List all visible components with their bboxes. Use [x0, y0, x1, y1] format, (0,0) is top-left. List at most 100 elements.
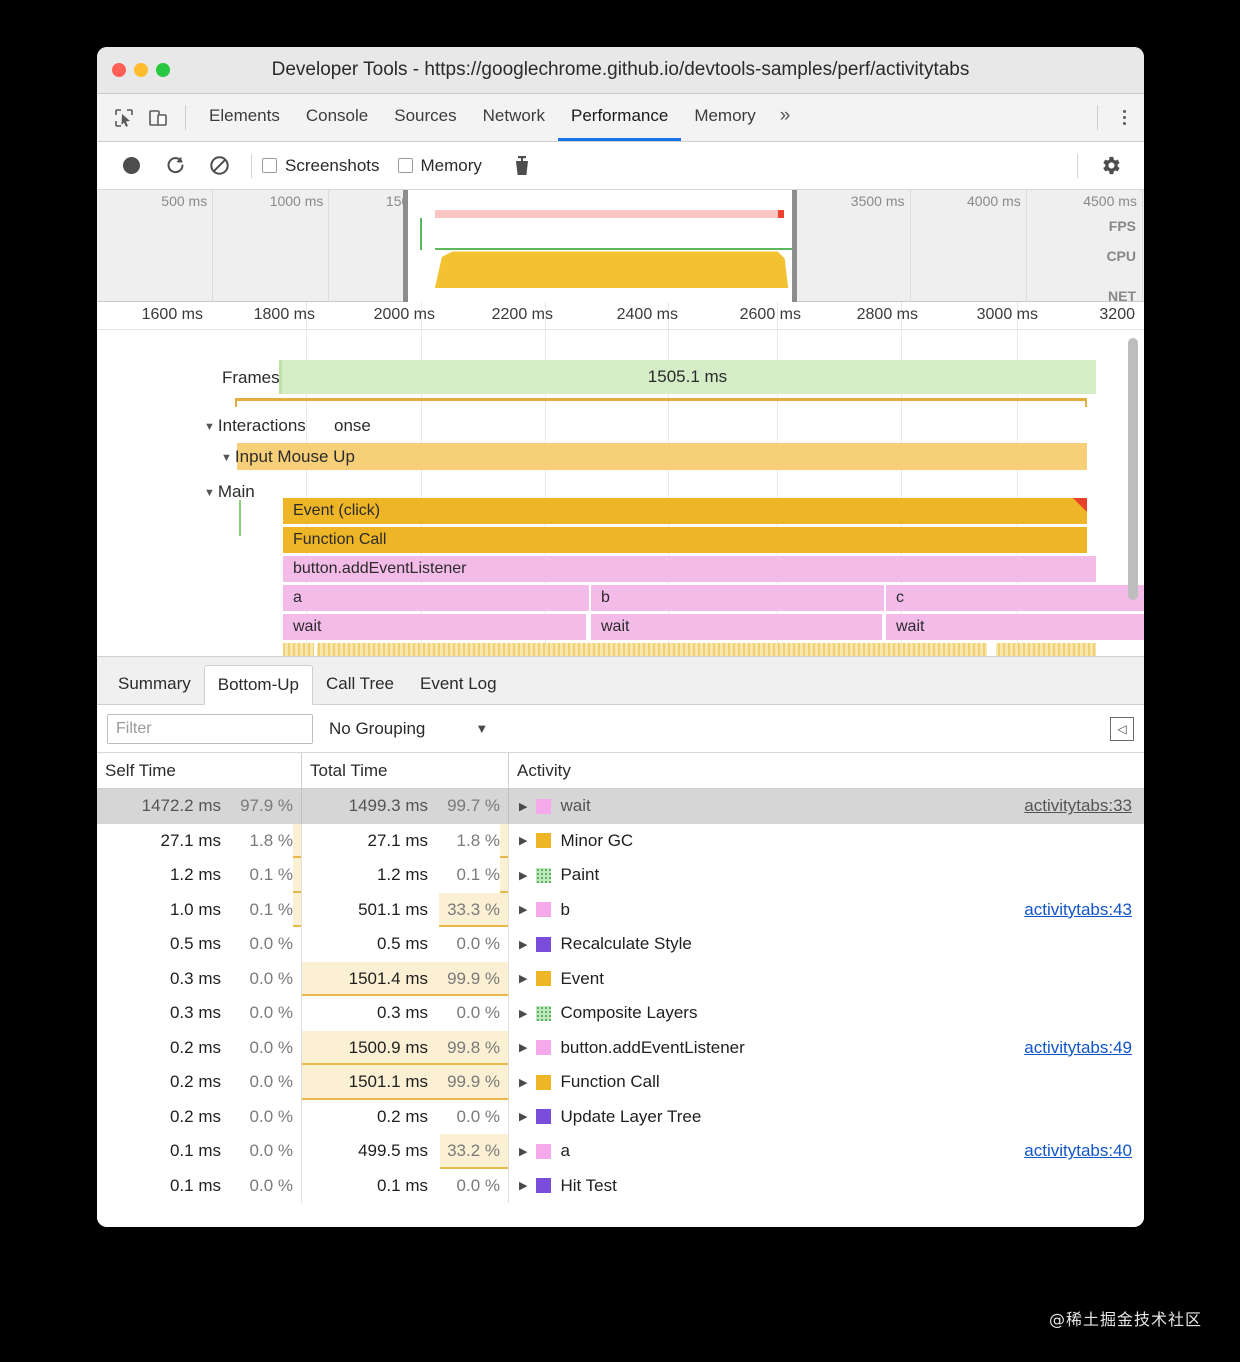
- tab-performance[interactable]: Performance: [557, 94, 682, 141]
- table-row[interactable]: 1.2 ms 0.1 % 1.2 ms 0.1 % ▶ Paint: [97, 858, 1144, 893]
- table-row[interactable]: 0.5 ms 0.0 % 0.5 ms 0.0 % ▶ Recalculate Style: [97, 927, 1144, 962]
- expand-chevron-right-icon[interactable]: ▶: [519, 834, 527, 847]
- devtools-tabbar: Elements Console Sources Network Perform…: [97, 94, 1144, 142]
- cell-total-time: 1499.3 ms 99.7 %: [302, 789, 509, 824]
- tab-memory[interactable]: Memory: [681, 94, 768, 141]
- maximize-button-icon[interactable]: [156, 63, 170, 77]
- expand-chevron-right-icon[interactable]: ▶: [519, 800, 527, 813]
- column-header-total-time[interactable]: Total Time: [302, 753, 509, 788]
- table-row[interactable]: 0.1 ms 0.0 % 499.5 ms 33.2 % ▶ a activitytabs:…: [97, 1134, 1144, 1169]
- more-tabs-icon[interactable]: »: [769, 94, 802, 141]
- flame-chart-scrollbar[interactable]: [1128, 338, 1138, 600]
- tab-event-log[interactable]: Event Log: [407, 664, 510, 704]
- source-link[interactable]: activitytabs:43: [1024, 900, 1132, 920]
- tab-sources[interactable]: Sources: [381, 94, 469, 141]
- reload-and-record-button[interactable]: [153, 149, 197, 183]
- table-row[interactable]: 27.1 ms 1.8 % 27.1 ms 1.8 % ▶ Minor GC: [97, 823, 1144, 858]
- filter-input[interactable]: [107, 713, 313, 744]
- record-button[interactable]: [109, 149, 153, 183]
- flame-bar-function-call[interactable]: Function Call: [283, 527, 1087, 553]
- timeline-overview[interactable]: 500 ms 1000 ms 1500 ms 2000 ms 2500 ms 3…: [97, 190, 1144, 304]
- overview-selection-window[interactable]: [403, 190, 797, 302]
- device-toolbar-icon[interactable]: [141, 94, 175, 141]
- expand-chevron-right-icon[interactable]: ▶: [519, 903, 527, 916]
- flame-bar-wait-1[interactable]: wait: [283, 614, 586, 640]
- collapse-left-icon: ◁: [1117, 721, 1127, 736]
- window-controls[interactable]: [97, 63, 170, 77]
- flame-bar-a[interactable]: a: [283, 585, 589, 611]
- flame-tick: 2800 ms: [856, 306, 918, 323]
- flame-bar-minor-gc-group[interactable]: [283, 643, 1096, 656]
- input-mouse-up-band[interactable]: [237, 443, 1087, 470]
- self-time-value: 27.1 ms: [160, 830, 221, 850]
- more-options-icon[interactable]: [1104, 94, 1144, 141]
- expand-chevron-right-icon[interactable]: ▶: [519, 1076, 527, 1089]
- source-link[interactable]: activitytabs:33: [1024, 796, 1132, 816]
- chevron-down-icon: ▼: [221, 452, 232, 464]
- memory-checkbox[interactable]: Memory: [397, 155, 482, 176]
- clear-button[interactable]: [197, 149, 241, 183]
- tab-call-tree[interactable]: Call Tree: [313, 664, 407, 704]
- self-time-percent: 0.0 %: [249, 1037, 293, 1057]
- memory-label: Memory: [420, 155, 482, 175]
- tab-bottom-up[interactable]: Bottom-Up: [203, 665, 313, 705]
- flame-body: 1505.1 ms Frames ▼ Interactions onse ▼ Inp…: [97, 330, 1144, 656]
- table-row[interactable]: 0.3 ms 0.0 % 0.3 ms 0.0 % ▶ Composite Layers: [97, 996, 1144, 1031]
- frames-band[interactable]: 1505.1 ms: [279, 360, 1096, 394]
- column-header-self-time[interactable]: Self Time: [97, 753, 302, 788]
- tab-console[interactable]: Console: [293, 94, 381, 141]
- expand-chevron-right-icon[interactable]: ▶: [519, 1110, 527, 1123]
- self-time-percent: 0.0 %: [249, 1175, 293, 1195]
- window-title: Developer Tools - https://googlechrome.g…: [271, 59, 970, 80]
- grouping-dropdown[interactable]: No Grouping ▼: [329, 719, 488, 739]
- table-row[interactable]: 0.2 ms 0.0 % 1500.9 ms 99.8 % ▶ button.addEve…: [97, 1030, 1144, 1065]
- total-time-percent: 0.0 %: [456, 1003, 500, 1023]
- flame-bar-add-event-listener[interactable]: button.addEventListener: [283, 556, 1096, 582]
- flame-bar-wait-3[interactable]: wait: [886, 614, 1144, 640]
- minimize-button-icon[interactable]: [134, 63, 148, 77]
- expand-chevron-right-icon[interactable]: ▶: [519, 1007, 527, 1020]
- cpu-activity-area: [434, 251, 789, 288]
- expand-chevron-right-icon[interactable]: ▶: [519, 1179, 527, 1192]
- flame-ruler: 1600 ms 1800 ms 2000 ms 2200 ms 2400 ms …: [97, 302, 1144, 330]
- source-link[interactable]: activitytabs:49: [1024, 1038, 1132, 1058]
- flame-bar-event-click[interactable]: Event (click): [283, 498, 1087, 524]
- cell-activity: ▶ Update Layer Tree: [509, 1100, 1144, 1135]
- table-row[interactable]: 0.2 ms 0.0 % 0.2 ms 0.0 % ▶ Update Layer Tree: [97, 1099, 1144, 1135]
- track-label-frames: Frames: [222, 368, 280, 387]
- cell-activity: ▶ Paint: [509, 858, 1144, 893]
- flame-chart[interactable]: 1600 ms 1800 ms 2000 ms 2200 ms 2400 ms …: [97, 302, 1144, 657]
- expand-chevron-right-icon[interactable]: ▶: [519, 1041, 527, 1054]
- expand-chevron-right-icon[interactable]: ▶: [519, 972, 527, 985]
- track-label-interactions[interactable]: ▼ Interactions: [204, 416, 306, 436]
- cell-self-time: 0.1 ms 0.0 %: [97, 1134, 302, 1169]
- tab-network[interactable]: Network: [470, 94, 558, 141]
- expand-chevron-right-icon[interactable]: ▶: [519, 938, 527, 951]
- track-label-main[interactable]: ▼ Main: [204, 482, 255, 502]
- table-row[interactable]: 1.0 ms 0.1 % 501.1 ms 33.3 % ▶ b activitytabs:…: [97, 892, 1144, 927]
- table-row[interactable]: 1472.2 ms 97.9 % 1499.3 ms 99.7 % ▶ wait activ…: [97, 789, 1144, 824]
- tabbar-divider: [1097, 105, 1098, 130]
- close-button-icon[interactable]: [112, 63, 126, 77]
- flame-bar-c[interactable]: c: [886, 585, 1144, 611]
- flame-bar-wait-2[interactable]: wait: [591, 614, 882, 640]
- table-row[interactable]: 0.3 ms 0.0 % 1501.4 ms 99.9 % ▶ Event: [97, 961, 1144, 996]
- screenshots-checkbox[interactable]: Screenshots: [262, 156, 380, 176]
- flame-bar-b[interactable]: b: [591, 585, 884, 611]
- expand-chevron-right-icon[interactable]: ▶: [519, 869, 527, 882]
- flame-tick: 2200 ms: [491, 306, 553, 323]
- expand-chevron-right-icon[interactable]: ▶: [519, 1145, 527, 1158]
- collect-garbage-button[interactable]: [500, 149, 544, 183]
- tab-elements[interactable]: Elements: [196, 94, 293, 141]
- tab-summary[interactable]: Summary: [105, 664, 204, 704]
- track-label-input[interactable]: ▼ Input Mouse Up: [221, 447, 355, 467]
- toggle-sidebar-button[interactable]: ◁: [1110, 716, 1134, 741]
- self-time-percent: 0.0 %: [249, 1106, 293, 1126]
- column-header-activity[interactable]: Activity: [509, 753, 1144, 788]
- settings-button[interactable]: [1088, 149, 1132, 183]
- source-link[interactable]: activitytabs:40: [1024, 1141, 1132, 1161]
- inspect-element-icon[interactable]: [107, 94, 141, 141]
- table-row[interactable]: 0.2 ms 0.0 % 1501.1 ms 99.9 % ▶ Function Call: [97, 1065, 1144, 1100]
- cell-self-time: 0.3 ms 0.0 %: [97, 996, 302, 1031]
- table-row[interactable]: 0.1 ms 0.0 % 0.1 ms 0.0 % ▶ Hit Test: [97, 1168, 1144, 1203]
